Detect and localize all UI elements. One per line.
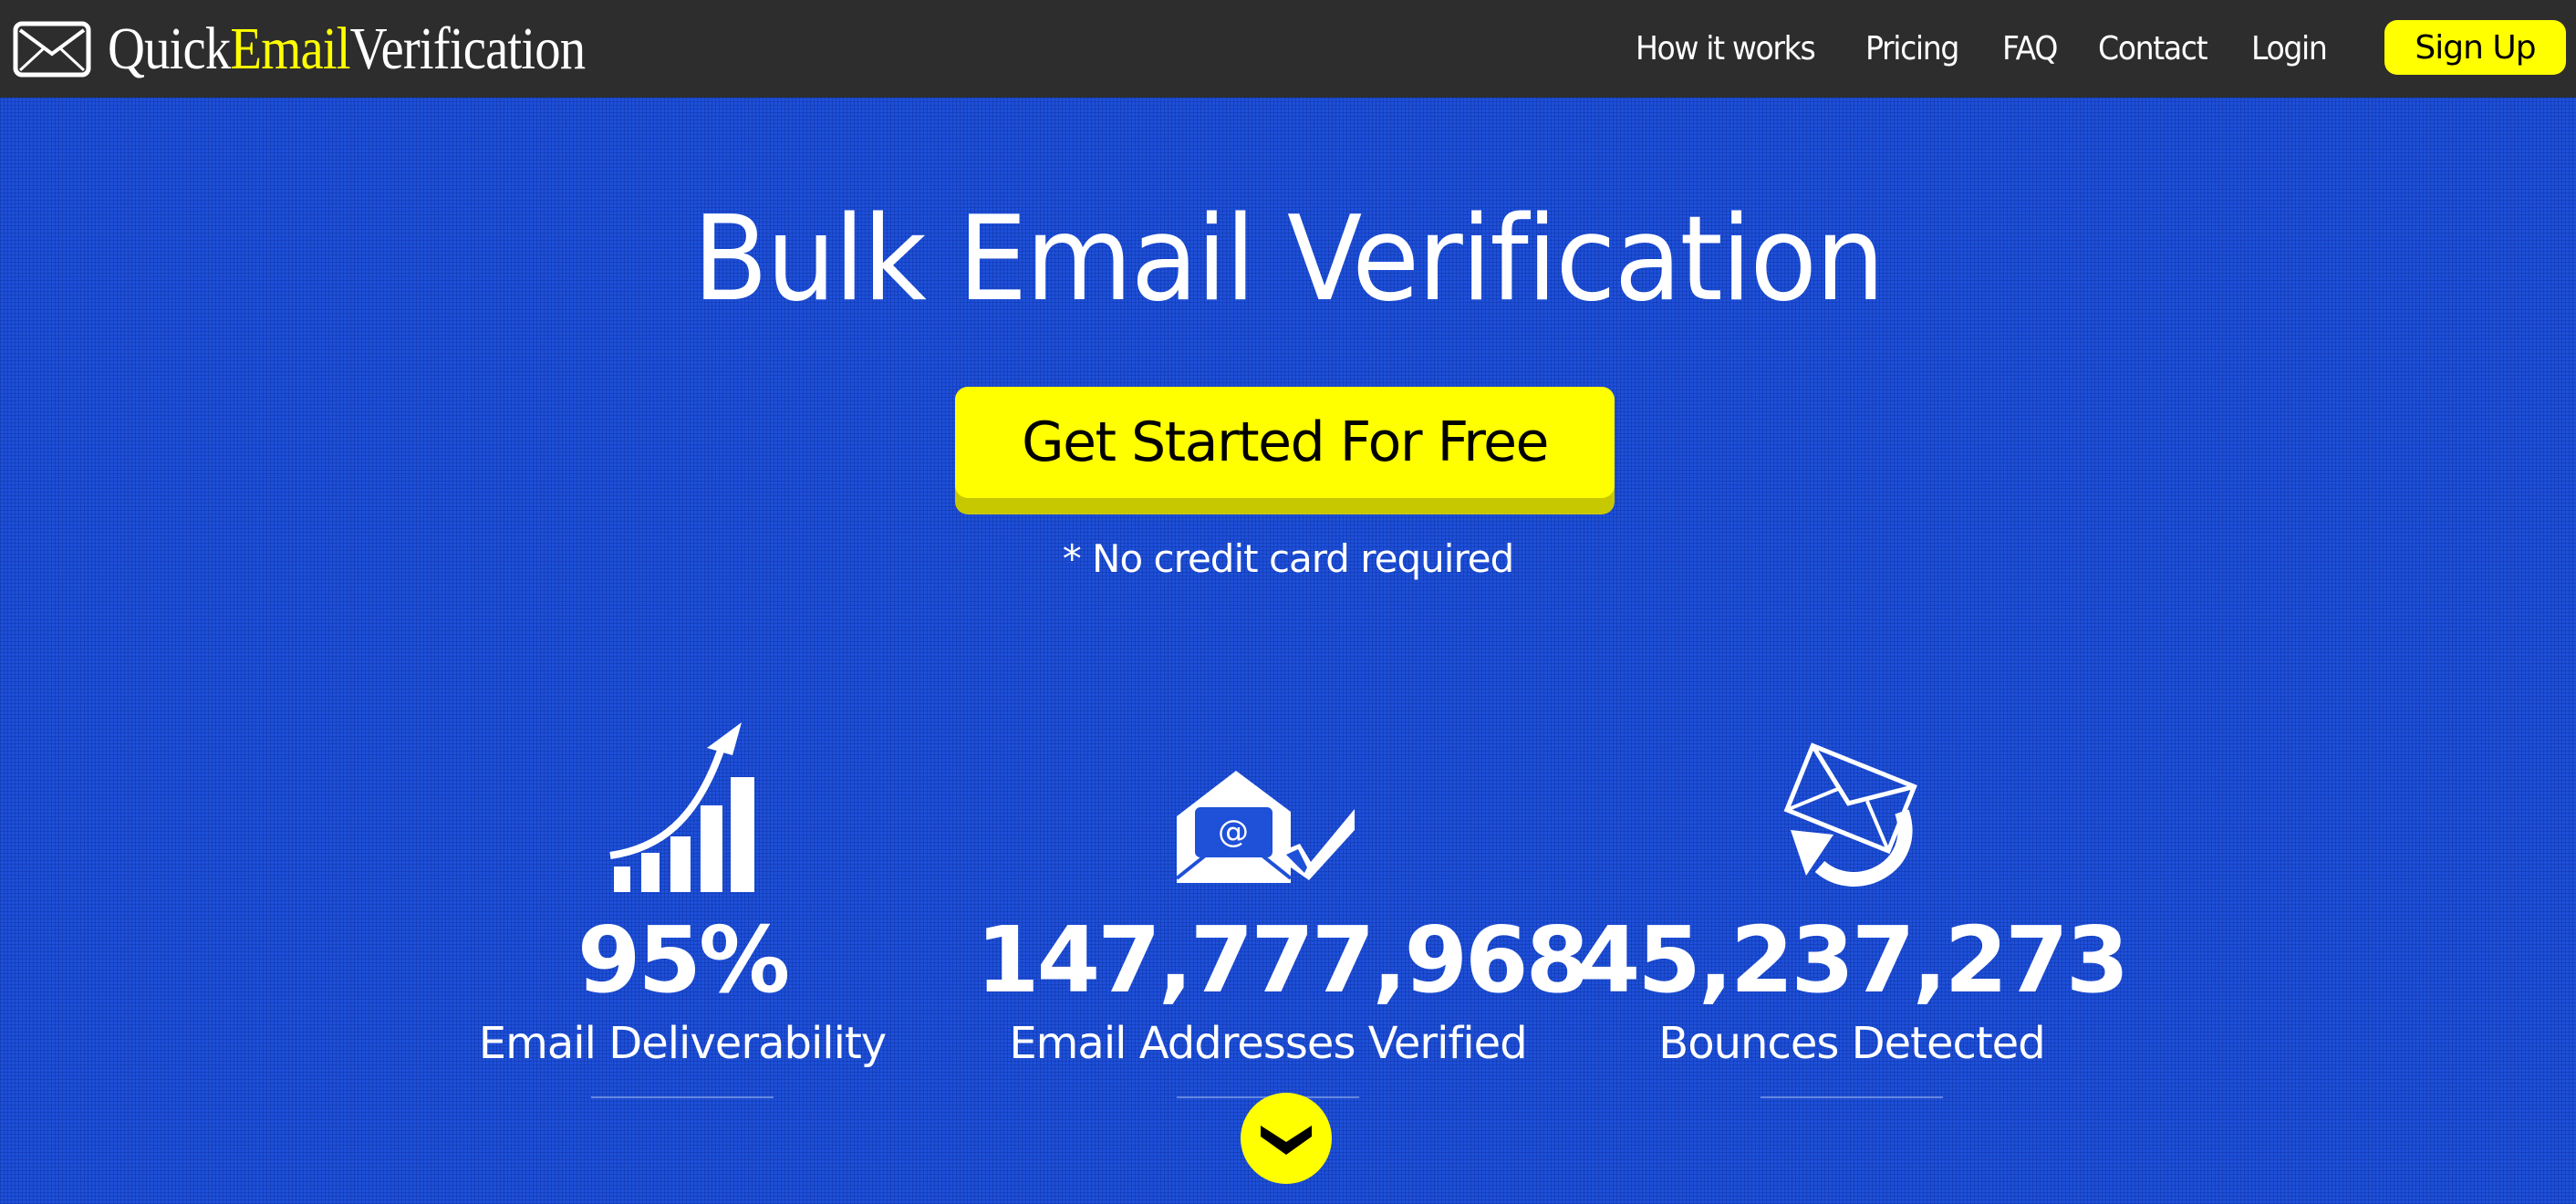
hero-title: Bulk Email Verification: [692, 192, 1885, 327]
nav-pricing[interactable]: Pricing: [1865, 30, 1959, 67]
verified-email-icon: @: [1175, 771, 1355, 883]
stat-value: 147,777,968: [976, 907, 1589, 1013]
nav-how-it-works[interactable]: How it works: [1636, 30, 1816, 67]
stat-label: Email Deliverability: [478, 1018, 887, 1069]
stat-label: Email Addresses Verified: [1009, 1018, 1527, 1069]
logo-text: QuickEmailVerification: [108, 16, 586, 82]
nav-contact[interactable]: Contact: [2098, 30, 2208, 67]
logo[interactable]: QuickEmailVerification: [13, 13, 662, 86]
get-started-button[interactable]: Get Started For Free: [955, 387, 1615, 498]
envelope-icon: [13, 21, 91, 78]
top-nav-bar: QuickEmailVerification How it works Pric…: [0, 0, 2576, 98]
sign-up-button[interactable]: Sign Up: [2384, 20, 2566, 75]
scroll-down-button[interactable]: [1241, 1093, 1332, 1184]
stat-bounces: 45,237,273 Bounces Detected: [1560, 711, 2144, 1098]
stat-value: 45,237,273: [1576, 907, 2130, 1013]
bounce-email-icon: [1783, 742, 1917, 887]
stat-label: Bounces Detected: [1658, 1018, 2045, 1069]
chevron-down-icon: [1261, 1126, 1312, 1155]
stat-deliverability: 95% Email Deliverability: [390, 711, 974, 1098]
no-credit-card-note: * No credit card required: [1062, 536, 1515, 581]
main-nav: How it works Pricing FAQ Contact Login: [1636, 0, 2369, 98]
nav-login[interactable]: Login: [2251, 30, 2328, 67]
svg-text:@: @: [1218, 814, 1249, 850]
divider: [591, 1096, 774, 1098]
growth-chart-icon: [609, 722, 754, 892]
stat-verified: @ 147,777,968 Email Addresses Verified: [976, 711, 1589, 1098]
nav-faq[interactable]: FAQ: [2002, 30, 2058, 67]
divider: [1761, 1096, 1943, 1098]
stat-value: 95%: [576, 907, 790, 1013]
